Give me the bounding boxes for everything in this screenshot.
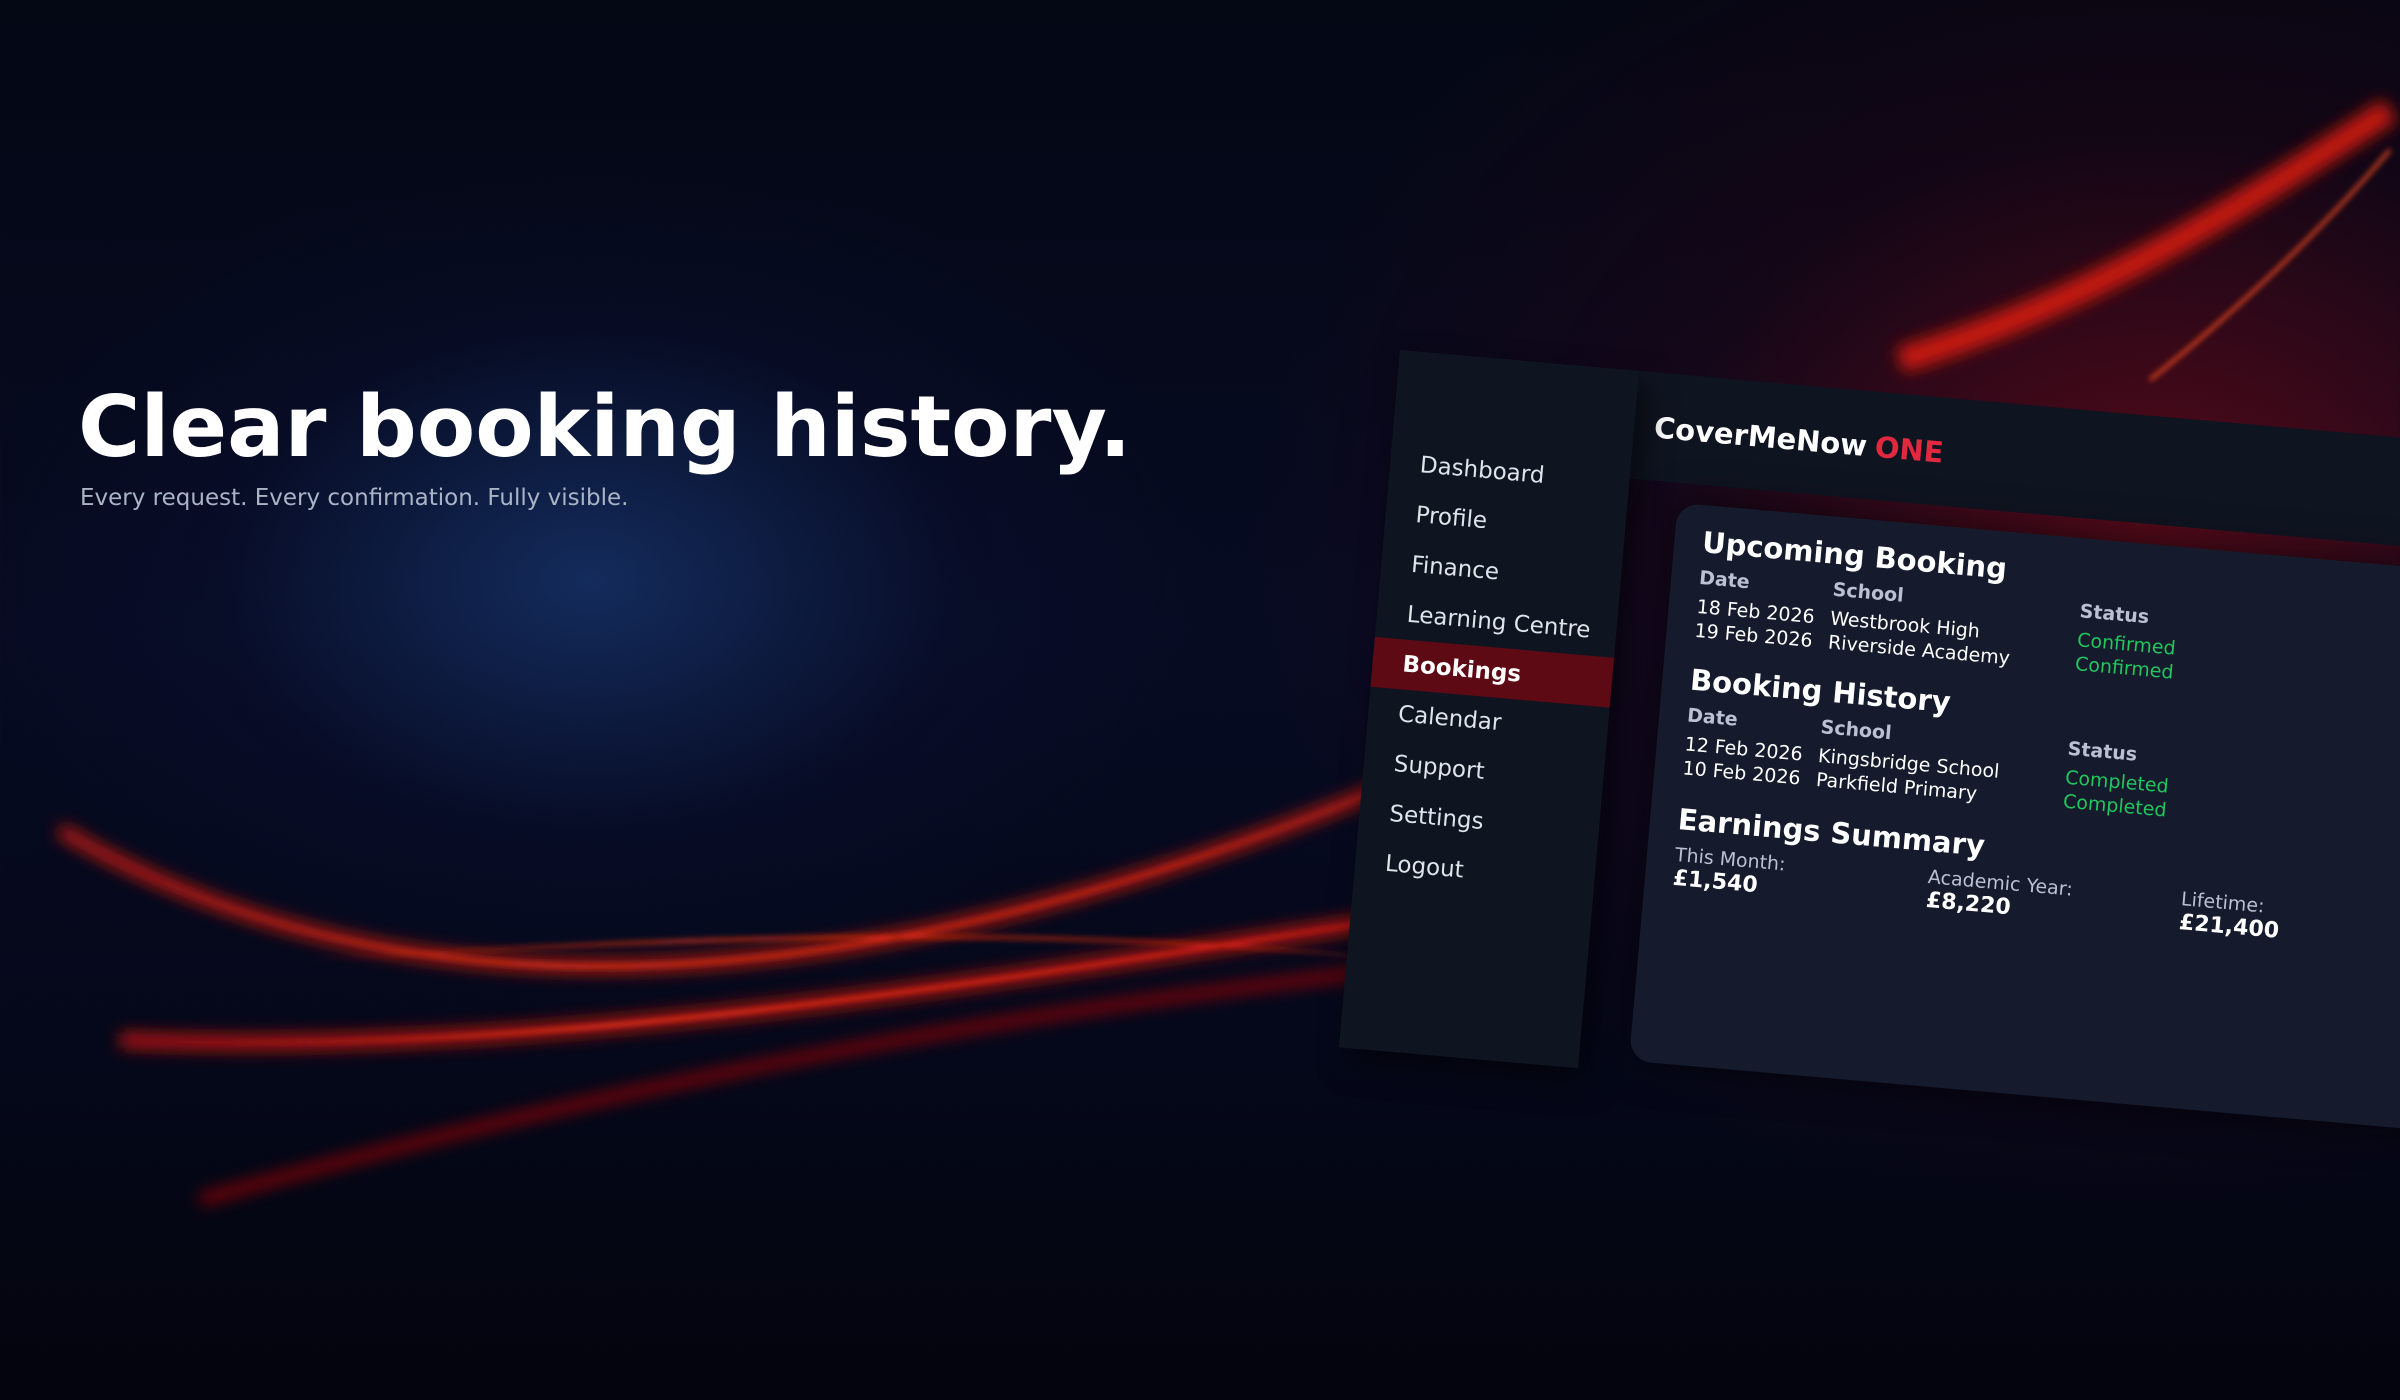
- hero-title: Clear booking history.: [78, 378, 1132, 477]
- brand-accent: ONE: [1873, 429, 1945, 470]
- app-mockup: CoverMeNow ONE Dashboard Profile Finance …: [1338, 350, 2400, 1143]
- history-date-header: Date: [1686, 704, 1739, 731]
- hero: Clear booking history. Every request. Ev…: [78, 378, 1178, 514]
- hero-subtitle: Every request. Every confirmation. Fully…: [80, 485, 629, 511]
- brand-name: CoverMeNow: [1652, 410, 1869, 464]
- upcoming-school-header: School: [1831, 578, 1905, 607]
- sidebar: Dashboard Profile Finance Learning Centr…: [1338, 350, 1640, 1069]
- earnings-lifetime-value: £21,400: [2177, 910, 2280, 944]
- upcoming-date-header: Date: [1698, 566, 1751, 594]
- history-status-header: Status: [2066, 737, 2139, 766]
- sidebar-nav: Dashboard Profile Finance Learning Centr…: [1353, 438, 1631, 907]
- brand-logo[interactable]: CoverMeNow ONE: [1653, 411, 1945, 470]
- bookings-panel: Upcoming Booking Date School Status 18 F…: [1628, 502, 2400, 1138]
- history-school-header: School: [1819, 716, 1893, 745]
- upcoming-status-header: Status: [2078, 600, 2151, 629]
